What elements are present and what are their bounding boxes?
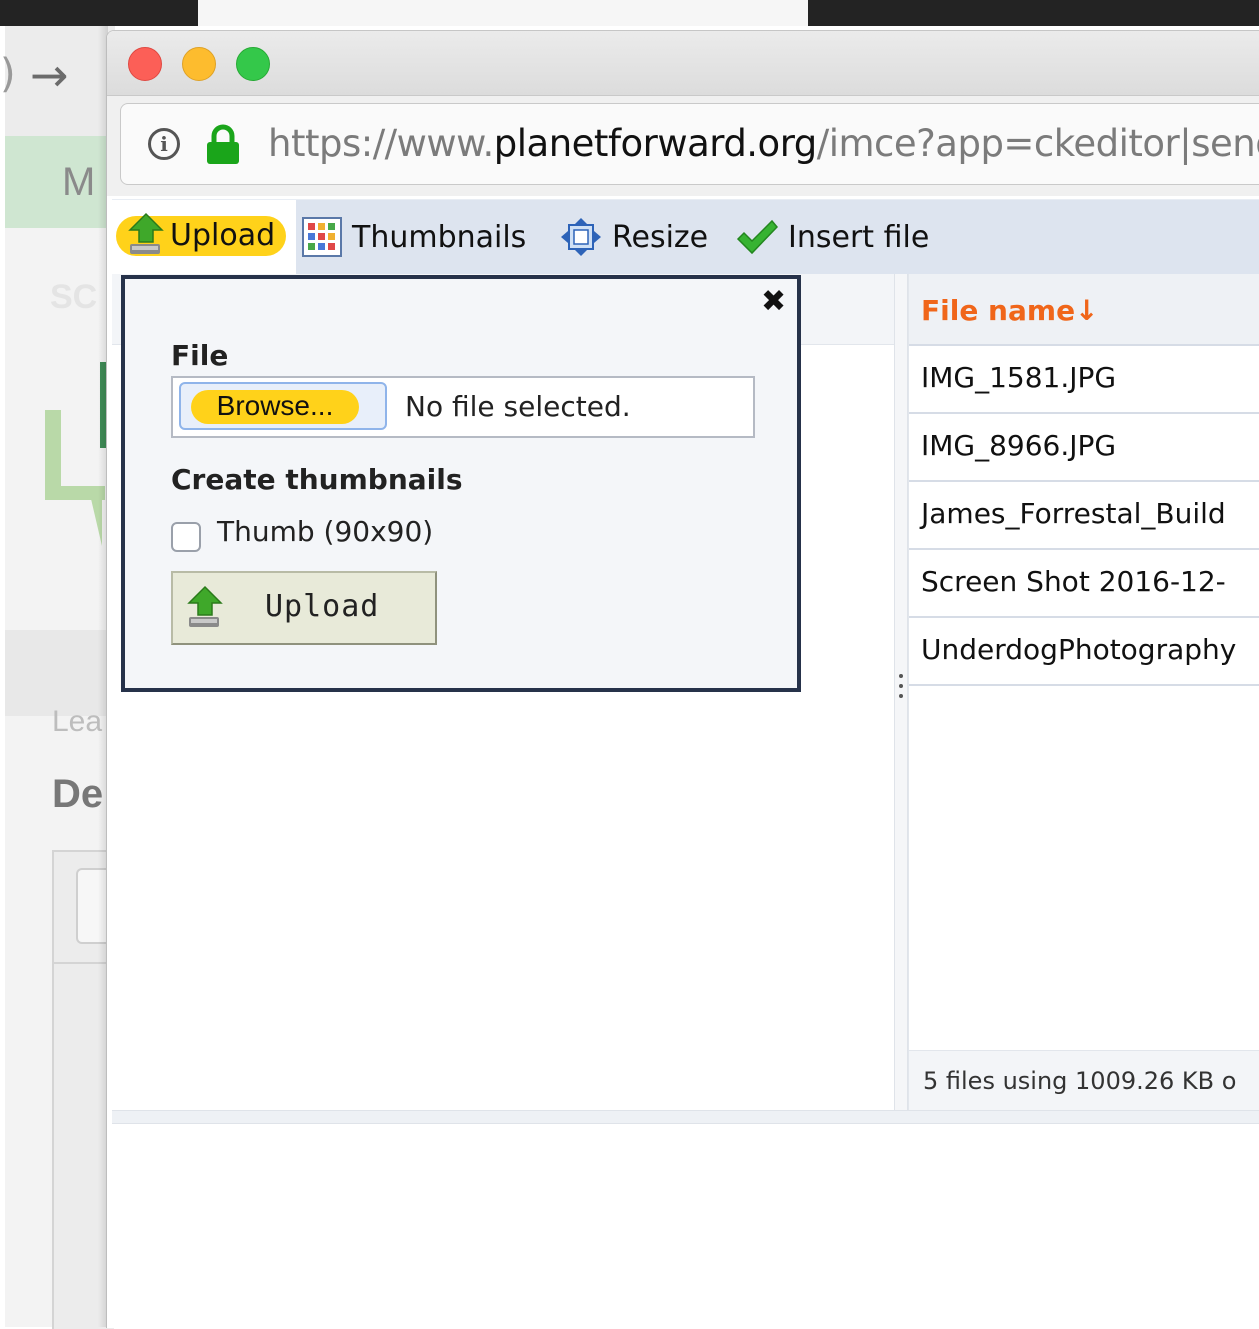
background-heading-fragment: M [62, 160, 96, 204]
file-row[interactable]: IMG_1581.JPG [909, 346, 1259, 414]
zoom-window-button[interactable] [236, 47, 270, 81]
toolbar-insert-file-tab[interactable]: Insert file [736, 200, 929, 274]
file-label: File [171, 339, 229, 372]
file-name: IMG_8966.JPG [921, 429, 1117, 462]
background-text-de: De [52, 772, 104, 816]
thumb-checkbox-label[interactable]: Thumb (90x90) [217, 515, 433, 548]
upload-dialog: ✖ File Browse... No file selected. Creat… [121, 275, 801, 692]
upload-icon [187, 585, 223, 627]
url-domain: planetforward.org [493, 122, 817, 165]
no-file-selected-text: No file selected. [405, 390, 631, 423]
address-bar-area: i https://www.planetforward.org/imce?app… [107, 96, 1259, 196]
toolbar-resize-tab[interactable]: Resize [560, 200, 708, 274]
file-name: UnderdogPhotography [921, 633, 1237, 666]
file-row[interactable]: IMG_8966.JPG [909, 414, 1259, 482]
thumbnails-icon [302, 217, 342, 257]
upload-icon [128, 212, 164, 254]
minimize-window-button[interactable] [182, 47, 216, 81]
file-row[interactable]: UnderdogPhotography [909, 618, 1259, 686]
upload-submit-button[interactable]: Upload [171, 571, 437, 645]
file-name-column-header[interactable]: File name↓ [909, 274, 1259, 346]
toolbar-thumbnails-tab[interactable]: Thumbnails [302, 200, 526, 274]
toolbar-insert-file-label: Insert file [788, 219, 930, 255]
background-faded-text: SC [50, 278, 98, 316]
close-icon[interactable]: ✖ [761, 287, 786, 317]
checkmark-icon [736, 219, 778, 255]
thumb-checkbox[interactable] [171, 522, 201, 552]
file-list-pane: File name↓ IMG_1581.JPG IMG_8966.JPG Jam… [908, 274, 1259, 1111]
resize-icon [561, 218, 601, 256]
file-name: Screen Shot 2016-12- [921, 565, 1226, 598]
bottom-divider [112, 1110, 1259, 1124]
file-row[interactable]: Screen Shot 2016-12- [909, 550, 1259, 618]
file-name: IMG_1581.JPG [921, 361, 1117, 394]
background-text-lea: Lea [52, 705, 103, 738]
splitter-grip-icon[interactable] [899, 674, 903, 704]
browse-button-label: Browse... [216, 390, 334, 421]
popup-window: i https://www.planetforward.org/imce?app… [106, 30, 1259, 1328]
file-name: James_Forrestal_Build [921, 497, 1226, 530]
file-name-header-label: File name↓ [921, 294, 1099, 327]
forward-arrow-icon[interactable]: → [30, 52, 69, 98]
os-top-bar [0, 0, 1259, 26]
browser-tab-strip [198, 0, 808, 26]
upload-submit-label: Upload [265, 589, 380, 624]
file-list-footer: 5 files using 1009.26 KB o [909, 1050, 1259, 1111]
imce-file-browser: Upload Thumbnails Resize Insert file Fil… [112, 199, 1259, 1328]
pane-splitter[interactable] [894, 274, 908, 1110]
toolbar-upload-label: Upload [170, 218, 276, 253]
close-window-button[interactable] [128, 47, 162, 81]
back-arrow-icon[interactable]: ) [0, 54, 16, 94]
toolbar-upload-tab[interactable]: Upload [112, 200, 296, 274]
window-titlebar[interactable] [107, 31, 1259, 96]
toolbar-thumbnails-label: Thumbnails [352, 219, 527, 255]
url-text[interactable]: https://www.planetforward.org/imce?app=c… [268, 118, 1259, 170]
file-usage-summary: 5 files using 1009.26 KB o [923, 1067, 1237, 1095]
info-icon[interactable]: i [148, 128, 180, 160]
toolbar-resize-label: Resize [612, 219, 709, 255]
address-bar[interactable]: i https://www.planetforward.org/imce?app… [120, 103, 1259, 185]
url-suffix: /imce?app=ckeditor|sendto [816, 122, 1259, 165]
file-row[interactable]: James_Forrestal_Build [909, 482, 1259, 550]
browse-button[interactable]: Browse... [179, 382, 387, 430]
create-thumbnails-heading: Create thumbnails [171, 463, 463, 496]
lock-icon[interactable] [205, 124, 241, 166]
imce-toolbar: Upload Thumbnails Resize Insert file [112, 199, 1259, 275]
file-input[interactable]: Browse... No file selected. [171, 376, 755, 438]
url-prefix: https://www. [268, 122, 494, 165]
